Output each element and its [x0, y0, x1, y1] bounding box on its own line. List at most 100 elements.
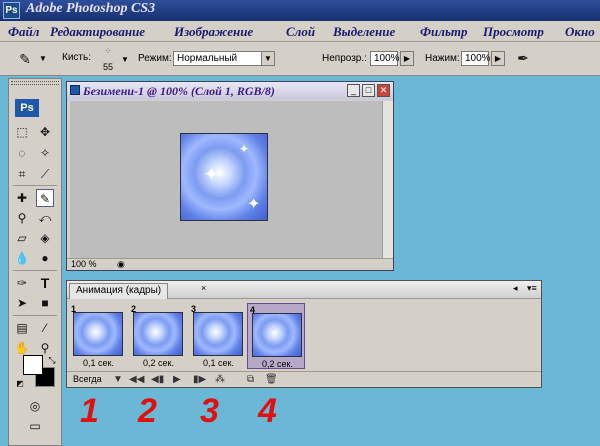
healing-brush-tool-icon[interactable]: ✚: [13, 189, 31, 207]
menu-bar: Файл Редактирование Изображение Слой Выд…: [0, 21, 600, 42]
tab-close-icon[interactable]: ×: [201, 283, 206, 293]
toolbox-divider: [13, 270, 57, 271]
slice-tool-icon[interactable]: ⟋: [36, 165, 54, 183]
brush-size: 55: [103, 62, 114, 72]
history-brush-tool-icon[interactable]: ⤺: [36, 209, 54, 227]
lasso-tool-icon[interactable]: ◌: [13, 144, 31, 162]
document-title-bar[interactable]: Безимени-1 @ 100% (Слой 1, RGB/8) _ □ ✕: [67, 82, 393, 100]
options-bar: ✎ ▼ Кисть: ⁘ 55 ▼ Режим: Нормальный ▼ Не…: [0, 42, 600, 76]
loop-select[interactable]: Всегда: [73, 374, 102, 384]
flow-dropdown-icon[interactable]: ▶: [491, 51, 505, 66]
frame-delay[interactable]: 0,2 сек.: [262, 359, 293, 369]
tool-preset-dropdown-icon[interactable]: ▼: [36, 52, 50, 67]
notes-tool-icon[interactable]: ▤: [13, 319, 31, 337]
toolbox-divider: [13, 185, 57, 186]
frame-delay[interactable]: 0,1 сек.: [203, 358, 234, 368]
swap-colors-icon[interactable]: ⤡: [43, 351, 61, 369]
animation-frame-1[interactable]: 1 0,1 сек.: [69, 303, 127, 369]
sparkle-icon: ✦: [203, 164, 220, 186]
flow-field[interactable]: 100%: [461, 51, 491, 66]
zoom-level[interactable]: 100 %: [71, 259, 97, 269]
animation-frame-2[interactable]: 2 0,2 сек.: [129, 303, 187, 369]
animation-controls: Всегда ▼ ◀◀ ◀▮ ▶ ▮▶ ⁂ ⧉ 🗑: [67, 371, 541, 387]
minimize-icon[interactable]: _: [347, 84, 360, 97]
brush-tool-preset-icon[interactable]: ✎: [16, 50, 34, 68]
loop-dropdown-icon[interactable]: ▼: [113, 374, 123, 385]
pen-tool-icon[interactable]: ✑: [13, 274, 31, 292]
menu-view[interactable]: Просмотр: [483, 24, 544, 40]
document-status-bar: 100 % ◉: [67, 258, 393, 270]
annotation-number-1: 1: [80, 392, 99, 430]
frame-thumbnail: [193, 312, 243, 356]
move-tool-icon[interactable]: ✥: [36, 123, 54, 141]
path-selection-tool-icon[interactable]: ➤: [13, 294, 31, 312]
toolbox-grip[interactable]: [11, 81, 59, 85]
tab-animation-frames[interactable]: Анимация (кадры): [69, 283, 169, 299]
animation-frame-3[interactable]: 3 0,1 сек.: [189, 303, 247, 369]
mode-label: Режим:: [138, 53, 172, 64]
mode-select[interactable]: Нормальный: [173, 51, 273, 66]
next-frame-icon[interactable]: ▮▶: [193, 374, 206, 385]
menu-file[interactable]: Файл: [8, 24, 39, 40]
menu-layer[interactable]: Слой: [286, 24, 315, 40]
status-menu-icon[interactable]: ◉: [117, 259, 125, 270]
quick-mask-icon[interactable]: ◎: [26, 397, 44, 415]
app-title-bar: Ps Adobe Photoshop CS3: [0, 0, 600, 21]
app-title: Adobe Photoshop CS3: [26, 1, 156, 16]
crop-tool-icon[interactable]: ⌗: [13, 165, 31, 183]
frame-thumbnail: [133, 312, 183, 356]
foreground-color-swatch[interactable]: [23, 355, 43, 375]
frame-delay[interactable]: 0,1 сек.: [83, 358, 114, 368]
first-frame-icon[interactable]: ◀◀: [129, 374, 144, 385]
airbrush-icon[interactable]: ✒: [514, 49, 532, 67]
menu-filter[interactable]: Фильтр: [420, 24, 468, 40]
brush-preview-icon[interactable]: ⁘: [100, 46, 116, 58]
menu-edit[interactable]: Редактирование: [50, 24, 145, 40]
delete-frame-icon[interactable]: 🗑: [265, 374, 278, 385]
brush-picker-dropdown-icon[interactable]: ▼: [118, 53, 132, 68]
sparkle-icon: ✦: [239, 142, 250, 156]
blur-tool-icon[interactable]: 💧: [13, 249, 31, 267]
brush-label: Кисть:: [62, 52, 91, 63]
play-icon[interactable]: ▶: [173, 374, 181, 385]
magic-wand-tool-icon[interactable]: ✧: [36, 144, 54, 162]
tween-icon[interactable]: ⁂: [215, 374, 225, 385]
vertical-scrollbar[interactable]: [382, 101, 393, 258]
brush-tool-icon[interactable]: ✎: [36, 189, 54, 207]
menu-select[interactable]: Выделение: [333, 24, 395, 40]
maximize-icon[interactable]: □: [362, 84, 375, 97]
paint-bucket-tool-icon[interactable]: ◈: [36, 229, 54, 247]
opacity-label: Непрозр.:: [322, 53, 367, 64]
previous-frame-icon[interactable]: ◀▮: [151, 374, 164, 385]
frame-thumbnail: [252, 313, 302, 357]
marquee-tool-icon[interactable]: ⬚: [13, 123, 31, 141]
screen-mode-icon[interactable]: ▭: [26, 417, 44, 435]
toolbox-logo: Ps: [15, 99, 39, 117]
clone-stamp-tool-icon[interactable]: ⚲: [13, 209, 31, 227]
canvas-area[interactable]: ✦ ✦ ✦: [70, 101, 382, 258]
opacity-field[interactable]: 100%: [370, 51, 400, 66]
animation-panel: Анимация (кадры) × ◂ ▾≡ 1 0,1 сек. 2 0,2…: [66, 280, 542, 388]
eyedropper-tool-icon[interactable]: ⁄: [36, 319, 54, 337]
canvas-image[interactable]: ✦ ✦ ✦: [180, 133, 268, 221]
photoshop-logo-icon: Ps: [3, 2, 20, 19]
sparkle-icon: ✦: [247, 196, 261, 213]
duplicate-frame-icon[interactable]: ⧉: [247, 374, 254, 385]
close-icon[interactable]: ✕: [377, 84, 390, 97]
menu-image[interactable]: Изображение: [174, 24, 253, 40]
frame-delay[interactable]: 0,2 сек.: [143, 358, 174, 368]
annotation-number-3: 3: [200, 392, 219, 430]
document-window: Безимени-1 @ 100% (Слой 1, RGB/8) _ □ ✕ …: [66, 81, 394, 271]
menu-window[interactable]: Окно: [565, 24, 595, 40]
eraser-tool-icon[interactable]: ▱: [13, 229, 31, 247]
panel-menu-icon[interactable]: ▾≡: [527, 283, 537, 294]
panel-collapse-icon[interactable]: ◂: [513, 283, 518, 294]
dodge-tool-icon[interactable]: ●: [36, 249, 54, 267]
type-tool-icon[interactable]: T: [36, 274, 54, 292]
animation-frame-4[interactable]: 4 0,2 сек.: [247, 303, 305, 369]
toolbox-divider: [13, 315, 57, 316]
mode-dropdown-icon[interactable]: ▼: [261, 51, 275, 66]
opacity-dropdown-icon[interactable]: ▶: [400, 51, 414, 66]
shape-tool-icon[interactable]: ■: [36, 294, 54, 312]
default-colors-icon[interactable]: ◩: [11, 375, 29, 393]
